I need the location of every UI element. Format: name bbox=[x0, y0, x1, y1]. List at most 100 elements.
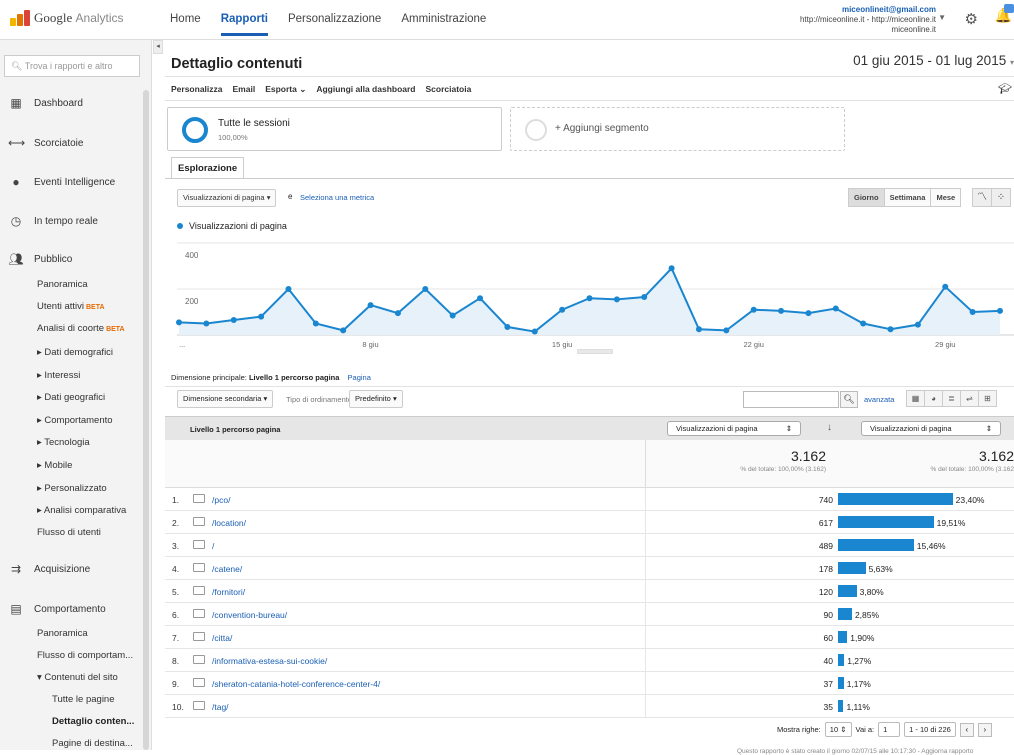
sidebar-item-tempo-reale[interactable]: ◷ In tempo reale bbox=[8, 214, 98, 228]
sidebar-interessi[interactable]: ▸ Interessi bbox=[37, 370, 80, 381]
sidebar-contenuti-sito[interactable]: ▾ Contenuti del sito bbox=[37, 672, 118, 683]
page-path-link[interactable]: /fornitori/ bbox=[212, 587, 245, 597]
sidebar-utenti-attivi[interactable]: Utenti attivi BETA bbox=[37, 301, 105, 312]
term-cloud-icon[interactable]: ⊞ bbox=[978, 390, 997, 407]
add-segment-button[interactable]: + Aggiungi segmento bbox=[510, 107, 845, 151]
page-path-link[interactable]: /pco/ bbox=[212, 495, 230, 505]
intelligence-hat-icon[interactable]: 🎓︎ bbox=[998, 82, 1012, 95]
sidebar-dettaglio-contenuti[interactable]: Dettaglio conten... bbox=[52, 716, 134, 727]
segment-all-sessions[interactable]: Tutte le sessioni 100,00% bbox=[167, 107, 502, 151]
sidebar-scrollbar[interactable] bbox=[143, 90, 149, 750]
page-path-link[interactable]: /catene/ bbox=[212, 564, 242, 574]
folder-icon[interactable] bbox=[193, 655, 205, 664]
table-search-input[interactable] bbox=[743, 391, 839, 408]
page-path-link[interactable]: / bbox=[212, 541, 214, 551]
sidebar-analisi-coorte[interactable]: Analisi di coorte BETA bbox=[37, 323, 125, 334]
sidebar-tecnologia[interactable]: ▸ Tecnologia bbox=[37, 437, 90, 448]
table-row[interactable]: 7. /citta/60 1,90% bbox=[165, 626, 1014, 649]
sort-type-select[interactable]: Predefinito ▾ bbox=[349, 390, 403, 408]
date-range-picker[interactable]: 01 giu 2015 - 01 lug 2015 ▾ bbox=[853, 53, 1014, 68]
action-esporta[interactable]: Esporta ⌄ bbox=[265, 84, 306, 95]
sidebar-pubblico-panoramica[interactable]: Panoramica bbox=[37, 279, 88, 290]
nav-personalizzazione[interactable]: Personalizzazione bbox=[288, 13, 381, 36]
select-metric-link[interactable]: Seleziona una metrica bbox=[300, 193, 374, 202]
sidebar-item-pubblico[interactable]: 👥︎ Pubblico bbox=[8, 252, 72, 266]
account-selector[interactable]: miceonlineit@gmail.com http://miceonline… bbox=[800, 5, 936, 35]
sidebar-personalizzato[interactable]: ▸ Personalizzato bbox=[37, 483, 107, 494]
report-search-input[interactable]: 🔍︎ Trova i rapporti e altro bbox=[4, 55, 140, 77]
sidebar-dati-geografici[interactable]: ▸ Dati geografici bbox=[37, 392, 105, 403]
sidebar-pagine-destinazione[interactable]: Pagine di destina... bbox=[52, 738, 133, 749]
secondary-dimension-select[interactable]: Dimensione secondaria ▾ bbox=[177, 390, 274, 408]
folder-icon[interactable] bbox=[193, 701, 205, 710]
table-row[interactable]: 10. /tag/35 1,11% bbox=[165, 695, 1014, 718]
action-email[interactable]: Email bbox=[233, 84, 256, 95]
account-caret-icon[interactable]: ▼ bbox=[938, 13, 946, 22]
next-page-icon[interactable]: › bbox=[977, 722, 992, 737]
sidebar-comportamento-sub[interactable]: ▸ Comportamento bbox=[37, 415, 113, 426]
page-path-link[interactable]: /sheraton-catania-hotel-conference-cente… bbox=[212, 679, 380, 689]
column-header-path[interactable]: Livello 1 percorso pagina bbox=[190, 425, 280, 434]
sidebar-tutte-pagine[interactable]: Tutte le pagine bbox=[52, 694, 115, 705]
column-metric-select[interactable]: Visualizzazioni di pagina ⇕ bbox=[667, 421, 801, 436]
folder-icon[interactable] bbox=[193, 678, 205, 687]
sidebar-mobile[interactable]: ▸ Mobile bbox=[37, 460, 72, 471]
page-path-link[interactable]: /informativa-estesa-sui-cookie/ bbox=[212, 656, 327, 666]
folder-icon[interactable] bbox=[193, 632, 205, 641]
motion-chart-icon[interactable]: ⁘ bbox=[991, 188, 1011, 207]
sidebar-flusso-comportamento[interactable]: Flusso di comportam... bbox=[37, 650, 133, 661]
prev-page-icon[interactable]: ‹ bbox=[959, 722, 974, 737]
pageviews-line-chart[interactable]: 400 200... 8 giu 15 giu 22 giu 29 giu bbox=[165, 235, 1014, 360]
page-path-link[interactable]: /location/ bbox=[212, 518, 246, 528]
metric-select[interactable]: Visualizzazioni di pagina ▾ bbox=[177, 189, 277, 207]
granularity-giorno[interactable]: Giorno bbox=[848, 188, 885, 207]
sidebar-item-acquisizione[interactable]: ⇉ Acquisizione bbox=[8, 562, 90, 576]
action-aggiungi-dashboard[interactable]: Aggiungi alla dashboard bbox=[316, 84, 415, 95]
search-icon[interactable]: 🔍︎ bbox=[840, 391, 858, 408]
table-row[interactable]: 5. /fornitori/120 3,80% bbox=[165, 580, 1014, 603]
nav-rapporti[interactable]: Rapporti bbox=[221, 13, 268, 36]
folder-icon[interactable] bbox=[193, 540, 205, 549]
granularity-settimana[interactable]: Settimana bbox=[883, 188, 932, 207]
gear-icon[interactable]: ⚙ bbox=[965, 10, 978, 28]
sidebar-item-dashboard[interactable]: ▦ Dashboard bbox=[8, 96, 83, 110]
folder-icon[interactable] bbox=[193, 586, 205, 595]
page-path-link[interactable]: /tag/ bbox=[212, 702, 229, 712]
granularity-mese[interactable]: Mese bbox=[930, 188, 962, 207]
sidebar-item-scorciatoie[interactable]: ⟷ Scorciatoie bbox=[8, 136, 83, 150]
table-row[interactable]: 2. /location/617 19,51% bbox=[165, 511, 1014, 534]
line-chart-icon[interactable]: 〽 bbox=[972, 188, 992, 207]
nav-home[interactable]: Home bbox=[170, 13, 201, 36]
folder-icon[interactable] bbox=[193, 517, 205, 526]
table-row[interactable]: 6. /convention-bureau/90 2,85% bbox=[165, 603, 1014, 626]
pie-chart-icon[interactable]: ◕ bbox=[924, 390, 943, 407]
page-path-link[interactable]: /convention-bureau/ bbox=[212, 610, 287, 620]
sort-arrow-icon[interactable]: ↓ bbox=[827, 422, 832, 433]
sidebar-collapse-button[interactable]: ◂ bbox=[153, 40, 163, 54]
action-scorciatoia[interactable]: Scorciatoia bbox=[426, 84, 472, 95]
sidebar-analisi-comparativa[interactable]: ▸ Analisi comparativa bbox=[37, 505, 126, 516]
comparison-icon[interactable]: ⇌ bbox=[960, 390, 979, 407]
google-analytics-logo[interactable]: Google Analytics bbox=[10, 10, 124, 26]
sidebar-comp-panoramica[interactable]: Panoramica bbox=[37, 628, 88, 639]
folder-icon[interactable] bbox=[193, 563, 205, 572]
goto-input[interactable]: 1 bbox=[878, 722, 901, 737]
sidebar-dati-demografici[interactable]: ▸ Dati demografici bbox=[37, 347, 113, 358]
comparison-metric-select[interactable]: Visualizzazioni di pagina ⇕ bbox=[861, 421, 1001, 436]
primary-dim-pagina-link[interactable]: Pagina bbox=[348, 373, 371, 382]
page-path-link[interactable]: /citta/ bbox=[212, 633, 232, 643]
folder-icon[interactable] bbox=[193, 609, 205, 618]
table-row[interactable]: 3. / 489 15,46% bbox=[165, 534, 1014, 557]
nav-amministrazione[interactable]: Amministrazione bbox=[401, 13, 486, 36]
sidebar-flusso-utenti[interactable]: Flusso di utenti bbox=[37, 527, 101, 538]
sidebar-item-eventi-intelligence[interactable]: ● Eventi Intelligence bbox=[8, 175, 115, 189]
table-row[interactable]: 8. /informativa-estesa-sui-cookie/40 1,27% bbox=[165, 649, 1014, 672]
table-row[interactable]: 4. /catene/178 5,63% bbox=[165, 557, 1014, 580]
folder-icon[interactable] bbox=[193, 494, 205, 503]
show-rows-select[interactable]: 10 ⇕ bbox=[824, 722, 852, 737]
tab-esplorazione[interactable]: Esplorazione bbox=[171, 157, 245, 179]
data-table-icon[interactable]: ▦ bbox=[906, 390, 925, 407]
table-row[interactable]: 1. /pco/740 23,40% bbox=[165, 488, 1014, 511]
performance-bar-icon[interactable]: ≣ bbox=[942, 390, 961, 407]
sidebar-item-comportamento[interactable]: ▤ Comportamento bbox=[8, 602, 105, 616]
